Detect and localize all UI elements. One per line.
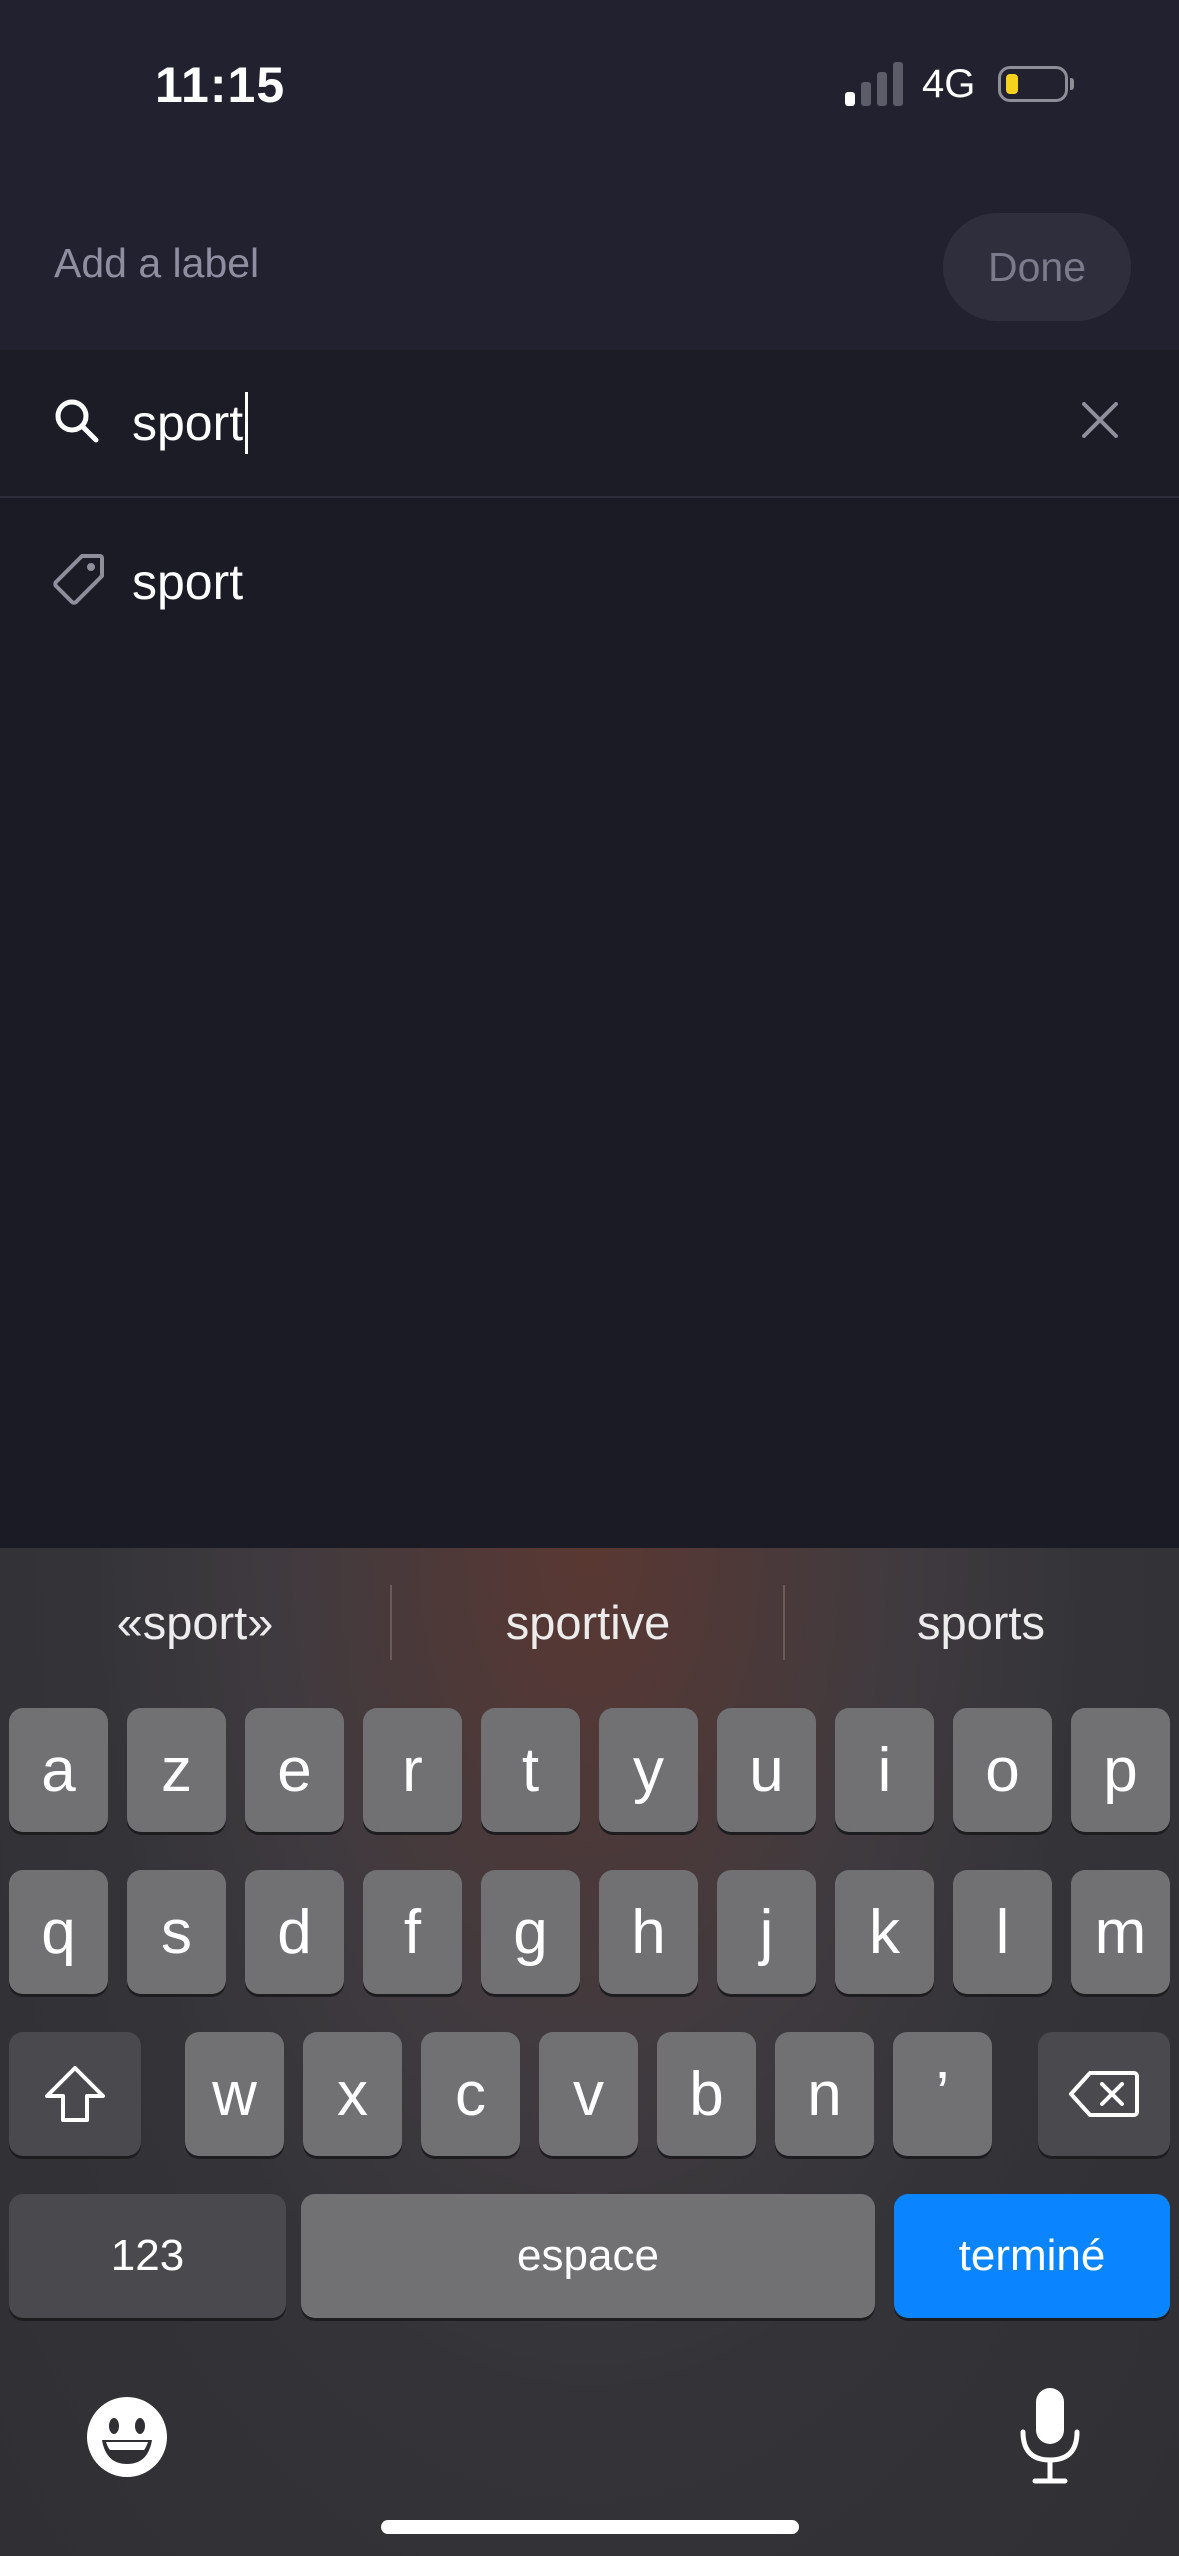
list-item-label: sport <box>132 554 244 610</box>
key-v[interactable]: v <box>539 2032 638 2156</box>
delete-key[interactable] <box>1038 2032 1170 2156</box>
key-f[interactable]: f <box>363 1870 462 1994</box>
key-x[interactable]: x <box>303 2032 402 2156</box>
backspace-icon <box>1069 2071 1139 2117</box>
search-input[interactable]: sport <box>132 390 249 456</box>
home-indicator <box>381 2520 799 2534</box>
key-n[interactable]: n <box>775 2032 874 2156</box>
divider <box>783 1585 785 1660</box>
key-r[interactable]: r <box>363 1708 462 1832</box>
divider <box>390 1585 392 1660</box>
numbers-key[interactable]: 123 <box>9 2194 286 2318</box>
key-u[interactable]: u <box>717 1708 816 1832</box>
close-icon[interactable] <box>1080 400 1120 440</box>
key-o[interactable]: o <box>953 1708 1052 1832</box>
key-l[interactable]: l <box>953 1870 1052 1994</box>
key-h[interactable]: h <box>599 1870 698 1994</box>
key-z[interactable]: z <box>127 1708 226 1832</box>
key-w[interactable]: w <box>185 2032 284 2156</box>
key-k[interactable]: k <box>835 1870 934 1994</box>
search-input-value: sport <box>132 395 244 451</box>
label-name-field[interactable]: Add a label <box>54 240 259 287</box>
key-j[interactable]: j <box>717 1870 816 1994</box>
text-caret <box>245 392 249 454</box>
key-p[interactable]: p <box>1071 1708 1170 1832</box>
key-t[interactable]: t <box>481 1708 580 1832</box>
key-b[interactable]: b <box>657 2032 756 2156</box>
signal-icon <box>845 62 905 106</box>
key-g[interactable]: g <box>481 1870 580 1994</box>
search-icon <box>55 399 99 443</box>
key-d[interactable]: d <box>245 1870 344 1994</box>
key-a[interactable]: a <box>9 1708 108 1832</box>
key-apostrophe[interactable]: ’ <box>893 2032 992 2156</box>
emoji-icon[interactable] <box>86 2396 168 2478</box>
key-y[interactable]: y <box>599 1708 698 1832</box>
key-c[interactable]: c <box>421 2032 520 2156</box>
key-e[interactable]: e <box>245 1708 344 1832</box>
key-i[interactable]: i <box>835 1708 934 1832</box>
done-button[interactable]: Done <box>943 213 1131 321</box>
status-time: 11:15 <box>155 57 286 113</box>
space-key[interactable]: espace <box>301 2194 875 2318</box>
key-s[interactable]: s <box>127 1870 226 1994</box>
shift-key[interactable] <box>9 2032 141 2156</box>
microphone-icon[interactable] <box>1015 2386 1085 2486</box>
return-key[interactable]: terminé <box>894 2194 1170 2318</box>
key-m[interactable]: m <box>1071 1870 1170 1994</box>
tag-icon <box>53 554 104 605</box>
shift-icon <box>45 2066 105 2122</box>
key-q[interactable]: q <box>9 1870 108 1994</box>
suggestion-3[interactable]: sports <box>786 1595 1176 1650</box>
suggestion-2[interactable]: sportive <box>393 1595 783 1650</box>
battery-icon <box>998 66 1074 104</box>
suggestion-1[interactable]: «sport» <box>0 1595 390 1650</box>
network-type: 4G <box>922 62 976 106</box>
